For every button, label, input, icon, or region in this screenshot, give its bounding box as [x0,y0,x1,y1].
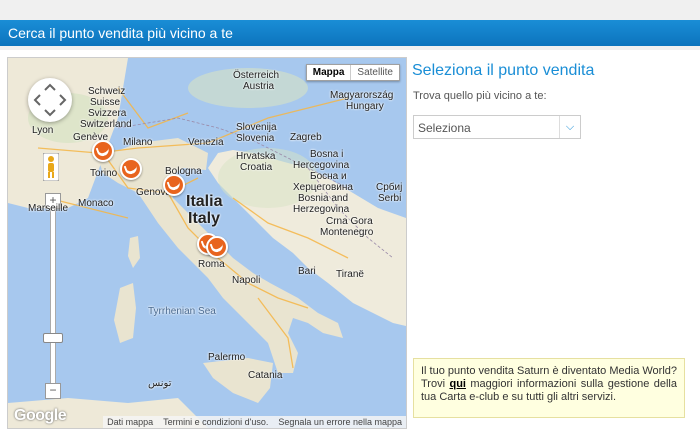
pan-arrows-icon [33,83,67,117]
map-label: Milano [123,137,153,148]
store-select[interactable]: Seleziona ⌵ [413,115,581,139]
map-label: Hrvatska [236,151,276,162]
map-label: Bari [298,266,316,277]
map-label: Venezia [188,137,224,148]
page-title: Cerca il punto vendita più vicino a te [8,25,233,41]
content-panel: Mappa Satellite + − Österreich Austria S… [0,50,700,437]
map-label: Bosna i [310,149,344,160]
select-store-title: Seleziona il punto vendita [412,62,595,79]
map-label: Slovenija [236,122,277,133]
map-label: Montenegro [320,227,374,238]
map-label: Hercegovina [293,160,350,171]
store-marker[interactable] [120,158,142,180]
map-label: Crna Gora [326,216,373,227]
pan-control[interactable] [28,78,72,122]
store-select-value: Seleziona [418,121,471,135]
map-terms-link[interactable]: Termini e condizioni d'uso. [163,417,268,427]
store-map[interactable]: Mappa Satellite + − Österreich Austria S… [7,57,407,429]
map-label: Herzegovina [293,204,350,215]
store-marker[interactable] [163,174,185,196]
page-header: Cerca il punto vendita più vicino a te [0,20,700,46]
google-logo: Google [14,407,67,424]
store-marker[interactable] [92,140,114,162]
map-report-link[interactable]: Segnala un errore nella mappa [278,417,402,427]
zoom-out-button[interactable]: − [45,383,61,399]
map-label: Zagreb [290,132,322,143]
map-label: Palermo [208,352,246,363]
store-marker[interactable] [206,236,228,258]
map-label: Србиј [376,182,403,193]
map-label-italia: Italia [186,193,223,210]
map-label: Lyon [32,125,54,136]
map-label: Switzerland [80,119,132,130]
map-label: Catania [248,370,283,381]
map-label: Magyarország [330,90,394,101]
zoom-slider-handle[interactable] [43,333,63,343]
map-label: Schweiz [88,86,126,97]
select-store-subtitle: Trova quello più vicino a te: [413,90,547,102]
map-label: Österreich [233,70,280,81]
map-label: Suisse [90,97,121,108]
map-label: تونس [148,378,172,389]
map-label: Torino [90,168,118,179]
map-label: Croatia [240,162,273,173]
map-label: Austria [243,81,275,92]
map-type-mappa[interactable]: Mappa [307,65,352,80]
map-label: Napoli [232,275,261,286]
notice-link[interactable]: qui [449,378,466,390]
zoom-slider-track[interactable] [50,208,56,385]
map-footer: Dati mappa Termini e condizioni d'uso. S… [103,416,406,428]
map-label: Svizzera [88,108,127,119]
map-type-satellite[interactable]: Satellite [351,65,399,80]
map-label: Tiranë [336,269,364,280]
map-label: Slovenia [236,133,275,144]
map-label-sea: Tyrrhenian Sea [148,306,216,317]
pegman-icon[interactable] [43,153,59,181]
notice-box: Il tuo punto vendita Saturn è diventato … [413,358,685,418]
map-type-control: Mappa Satellite [305,64,400,81]
map-data-link[interactable]: Dati mappa [107,417,153,427]
map-label: Херцеговина [293,182,353,193]
map-label: Hungary [346,101,384,112]
chevron-down-icon[interactable]: ⌵ [559,116,580,138]
map-label: Monaco [78,198,114,209]
map-label: Serbi [378,193,402,204]
map-label-italy: Italy [188,210,221,227]
map-label: Bosnia and [298,193,349,204]
map-label: Roma [198,259,225,270]
map-label: Marseille [28,203,69,214]
map-label: Босна и [310,171,347,182]
